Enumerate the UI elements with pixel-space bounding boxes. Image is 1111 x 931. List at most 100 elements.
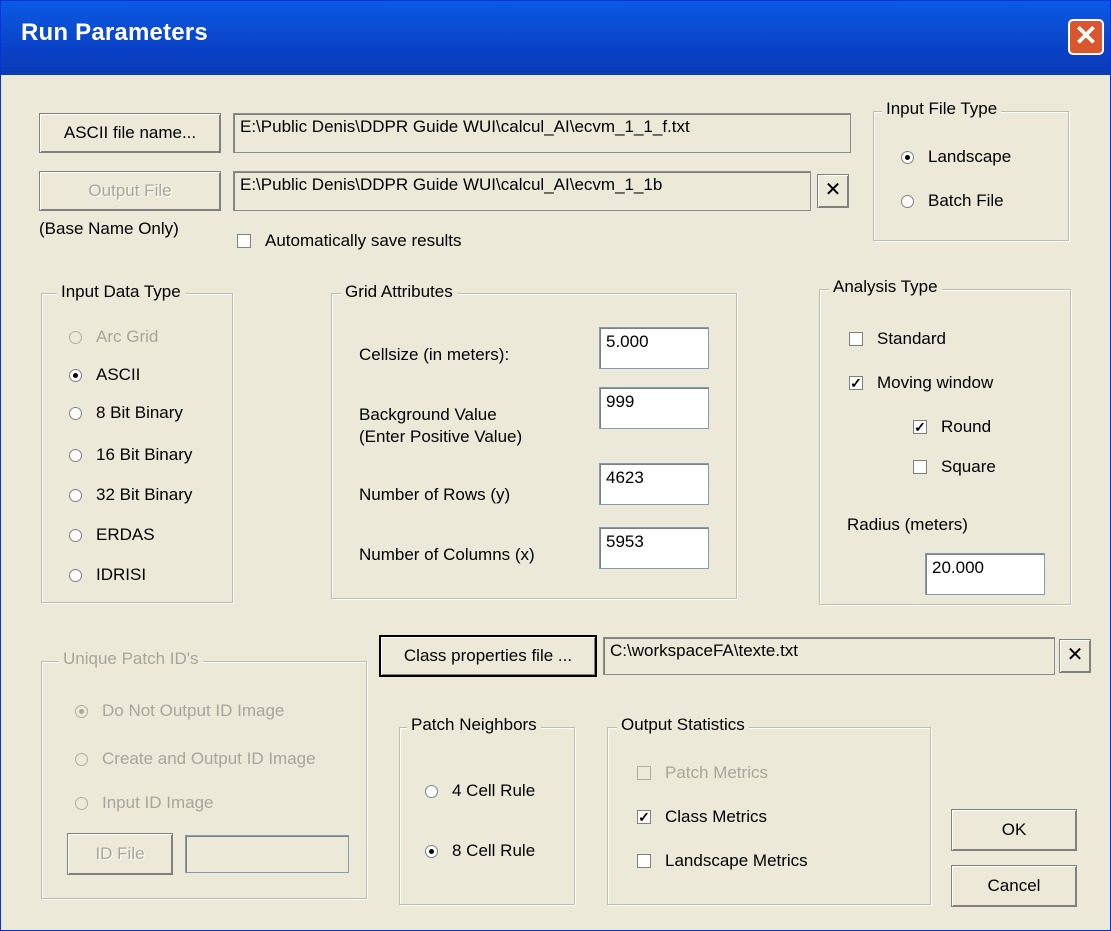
id-file-input[interactable]: [185, 835, 349, 873]
input-file-type-title: Input File Type: [882, 99, 1002, 119]
radio-icon: [69, 406, 82, 420]
landscape-metrics-checkbox[interactable]: Landscape Metrics: [637, 851, 808, 871]
run-parameters-dialog: Run Parameters ✕ ASCII file name... E:\P…: [0, 0, 1111, 931]
checkmark-icon: ✓: [637, 809, 651, 825]
radio-ascii[interactable]: ASCII: [69, 365, 140, 385]
radio-label: Landscape: [928, 147, 1012, 166]
cellsize-label: Cellsize (in meters):: [359, 345, 510, 364]
rows-label: Number of Rows (y): [359, 485, 511, 504]
patch-neighbors-group: [399, 727, 575, 905]
unique-patch-ids-title: Unique Patch ID's: [59, 649, 203, 669]
columns-label: Number of Columns (x): [359, 545, 535, 564]
class-metrics-checkbox[interactable]: ✓ Class Metrics: [637, 807, 767, 827]
window-title: Run Parameters: [21, 19, 208, 46]
radio-16-bit-binary[interactable]: 16 Bit Binary: [69, 445, 192, 465]
moving-window-checkbox[interactable]: ✓ Moving window: [849, 373, 993, 393]
radio-32-bit-binary[interactable]: 32 Bit Binary: [69, 485, 192, 505]
radio-selected-icon: [425, 844, 438, 858]
base-name-note: (Base Name Only): [39, 219, 179, 238]
radius-input[interactable]: 20.000: [925, 553, 1045, 595]
auto-save-label: Automatically save results: [265, 231, 462, 250]
checkbox-label: Standard: [877, 329, 946, 348]
standard-checkbox[interactable]: Standard: [849, 329, 946, 349]
input-data-type-title: Input Data Type: [57, 282, 185, 302]
patch-metrics-checkbox[interactable]: Patch Metrics: [637, 763, 768, 783]
radio-arc-grid[interactable]: Arc Grid: [69, 327, 158, 347]
radio-label: Arc Grid: [96, 327, 159, 346]
radio-idrisi[interactable]: IDRISI: [69, 565, 146, 585]
radio-8-bit-binary[interactable]: 8 Bit Binary: [69, 403, 183, 423]
checkbox-label: Moving window: [877, 373, 994, 392]
ok-button[interactable]: OK: [951, 809, 1077, 851]
radio-icon: [69, 330, 82, 344]
background-value-hint: (Enter Positive Value): [359, 427, 523, 446]
input-file-type-group: [873, 111, 1069, 241]
rows-input[interactable]: 4623: [599, 463, 709, 505]
checkbox-icon: [637, 854, 651, 868]
radio-label: Create and Output ID Image: [102, 749, 316, 768]
output-statistics-title: Output Statistics: [617, 715, 749, 735]
id-file-button[interactable]: ID File: [67, 833, 173, 875]
cellsize-input[interactable]: 5.000: [599, 327, 709, 369]
radio-label: IDRISI: [96, 565, 147, 584]
radio-label: Batch File: [928, 191, 1004, 210]
class-properties-file-button[interactable]: Class properties file ...: [379, 635, 597, 677]
radio-label: 32 Bit Binary: [96, 485, 193, 504]
radio-icon: [75, 796, 88, 810]
radio-selected-icon: [75, 704, 88, 718]
radio-label: Do Not Output ID Image: [102, 701, 285, 720]
output-file-button[interactable]: Output File: [39, 171, 221, 211]
background-value-label: Background Value: [359, 405, 497, 424]
radio-batch-file[interactable]: Batch File: [901, 191, 1004, 211]
radio-4-cell-rule[interactable]: 4 Cell Rule: [425, 781, 535, 801]
checkbox-icon: [849, 332, 863, 346]
radio-landscape[interactable]: Landscape: [901, 147, 1011, 167]
radio-label: Input ID Image: [102, 793, 214, 812]
square-checkbox[interactable]: Square: [913, 457, 996, 477]
radio-create-and-output-id-image[interactable]: Create and Output ID Image: [75, 749, 316, 769]
checkbox-icon: [637, 766, 651, 780]
ascii-file-name-button[interactable]: ASCII file name...: [39, 113, 221, 153]
class-properties-path-field[interactable]: C:\workspaceFA\texte.txt: [603, 637, 1055, 675]
grid-attributes-title: Grid Attributes: [341, 282, 457, 302]
analysis-type-title: Analysis Type: [829, 277, 942, 297]
radio-icon: [69, 448, 82, 462]
radio-label: 4 Cell Rule: [452, 781, 536, 800]
radio-selected-icon: [69, 368, 82, 382]
radio-erdas[interactable]: ERDAS: [69, 525, 155, 545]
radio-label: ERDAS: [96, 525, 155, 544]
radio-label: 16 Bit Binary: [96, 445, 193, 464]
checkbox-label: Square: [941, 457, 996, 476]
auto-save-checkbox[interactable]: Automatically save results: [237, 231, 462, 251]
checkbox-label: Landscape Metrics: [665, 851, 808, 870]
clear-output-file-icon[interactable]: ✕: [817, 174, 849, 208]
clear-class-properties-icon[interactable]: ✕: [1059, 639, 1091, 673]
radio-label: 8 Bit Binary: [96, 403, 183, 422]
background-value-input[interactable]: 999: [599, 387, 709, 429]
radius-label: Radius (meters): [847, 515, 968, 534]
checkbox-icon: [913, 460, 927, 474]
title-bar: Run Parameters ✕: [1, 1, 1110, 75]
checkmark-icon: ✓: [913, 419, 927, 435]
checkbox-label: Patch Metrics: [665, 763, 768, 782]
radio-label: 8 Cell Rule: [452, 841, 536, 860]
radio-selected-icon: [901, 150, 914, 164]
cancel-button[interactable]: Cancel: [951, 865, 1077, 907]
checkbox-icon: [237, 234, 251, 248]
radio-label: ASCII: [96, 365, 141, 384]
ascii-file-path-field[interactable]: E:\Public Denis\DDPR Guide WUI\calcul_AI…: [233, 113, 851, 153]
patch-neighbors-title: Patch Neighbors: [407, 715, 541, 735]
round-checkbox[interactable]: ✓ Round: [913, 417, 991, 437]
checkbox-label: Round: [941, 417, 992, 436]
radio-8-cell-rule[interactable]: 8 Cell Rule: [425, 841, 535, 861]
close-icon[interactable]: ✕: [1068, 19, 1104, 55]
radio-do-not-output-id-image[interactable]: Do Not Output ID Image: [75, 701, 284, 721]
radio-icon: [69, 528, 82, 542]
radio-input-id-image[interactable]: Input ID Image: [75, 793, 214, 813]
radio-icon: [69, 568, 82, 582]
radio-icon: [69, 488, 82, 502]
radio-icon: [901, 194, 914, 208]
output-file-path-field[interactable]: E:\Public Denis\DDPR Guide WUI\calcul_AI…: [233, 171, 811, 211]
checkmark-icon: ✓: [849, 375, 863, 391]
columns-input[interactable]: 5953: [599, 527, 709, 569]
